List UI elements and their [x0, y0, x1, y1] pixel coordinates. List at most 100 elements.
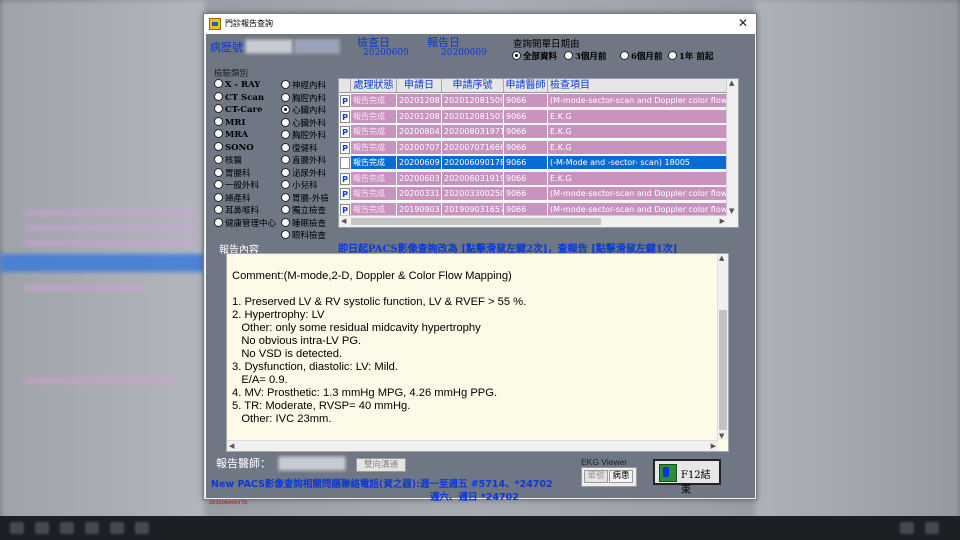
scroll-up-icon[interactable]: ▲: [729, 79, 734, 87]
close-button[interactable]: ✕: [738, 16, 748, 30]
radio-icon[interactable]: [281, 167, 290, 177]
radio-icon[interactable]: [281, 180, 290, 189]
range-option-1[interactable]: 3個月前: [564, 50, 606, 62]
table-row[interactable]: P 報告完成 20200804 202008031971 9066 E.K.G: [339, 125, 738, 139]
col-status[interactable]: 處理狀態: [351, 79, 397, 93]
exam-type-left-7[interactable]: 胃腸科: [214, 167, 251, 179]
grid-horizontal-scrollbar[interactable]: ◀ ▶: [339, 215, 727, 227]
pacs-button[interactable]: P: [340, 141, 350, 154]
two-way-button[interactable]: 雙向溝通: [356, 458, 406, 472]
taskbar-icon[interactable]: [900, 522, 914, 534]
radio-icon[interactable]: [281, 155, 290, 164]
radio-icon[interactable]: [281, 130, 290, 139]
exam-type-left-2[interactable]: CT-Care: [214, 104, 262, 115]
pacs-button[interactable]: P: [340, 188, 350, 200]
radio-icon[interactable]: [281, 142, 290, 152]
exam-type-left-11[interactable]: 健康管理中心: [214, 217, 276, 229]
taskbar-icon[interactable]: [110, 522, 124, 534]
range-option-0[interactable]: 全部資料: [512, 50, 557, 62]
radio-icon[interactable]: [214, 205, 223, 214]
radio-icon[interactable]: [281, 192, 290, 202]
exam-type-right-2[interactable]: 心臟內科: [281, 104, 326, 116]
report-horizontal-scrollbar[interactable]: ◀ ▶: [227, 440, 718, 451]
exam-type-right-7[interactable]: 泌尿外科: [281, 167, 326, 179]
radio-icon[interactable]: [564, 51, 573, 60]
radio-icon[interactable]: [281, 230, 290, 239]
ekg-patient-button[interactable]: 病患: [609, 470, 633, 483]
report-scroll-thumb[interactable]: [719, 310, 727, 430]
scroll-down-icon[interactable]: ▼: [729, 207, 734, 215]
col-date[interactable]: 申請日: [397, 79, 442, 93]
col-seq[interactable]: 申請序號: [442, 79, 504, 93]
table-row[interactable]: P 報告完成 20201208 202012081507 9066 E.K.G: [339, 109, 738, 124]
exit-button[interactable]: F12結束: [653, 459, 721, 496]
radio-icon[interactable]: [281, 105, 290, 114]
scroll-right-icon[interactable]: ▶: [711, 442, 716, 450]
radio-icon[interactable]: [214, 116, 223, 126]
radio-icon[interactable]: [214, 104, 223, 113]
pacs-button[interactable]: [340, 157, 350, 169]
exam-type-left-5[interactable]: SONO: [214, 141, 254, 153]
scroll-left-icon[interactable]: ◀: [229, 442, 234, 450]
exam-type-right-8[interactable]: 小兒科: [281, 179, 318, 191]
taskbar-icon[interactable]: [35, 522, 49, 534]
taskbar-icon[interactable]: [85, 522, 99, 534]
scroll-down-icon[interactable]: ▼: [719, 432, 724, 440]
table-row[interactable]: P 報告完成 20200331 202003300250 9066 (M-mode-sec…: [339, 187, 738, 201]
radio-icon[interactable]: [214, 141, 223, 151]
exam-type-right-3[interactable]: 心臟外科: [281, 117, 326, 129]
taskbar-icon[interactable]: [135, 522, 149, 534]
table-row[interactable]: 報告完成 20200609 202006090178 9066 (-M-Mode and…: [339, 156, 738, 170]
radio-icon[interactable]: [281, 205, 290, 214]
exam-type-right-4[interactable]: 胸腔外科: [281, 129, 326, 141]
range-option-3[interactable]: 1年 前起: [668, 50, 713, 62]
report-content[interactable]: Comment:(M-mode,2-D, Doppler & Color Flo…: [226, 253, 729, 452]
radio-icon[interactable]: [214, 192, 223, 202]
report-vertical-scrollbar[interactable]: ▲ ▼: [717, 254, 728, 440]
table-row[interactable]: P 報告完成 20200603 202006031919 9066 E.K.G: [339, 171, 738, 186]
exam-type-right-6[interactable]: 直腸外科: [281, 154, 326, 166]
exam-type-left-8[interactable]: 一般外科: [214, 179, 259, 191]
radio-icon[interactable]: [214, 129, 223, 138]
exam-type-right-5[interactable]: 復健科: [281, 142, 318, 154]
pacs-button[interactable]: P: [340, 203, 350, 216]
exam-type-left-0[interactable]: X - RAY: [214, 79, 260, 90]
taskbar-icon[interactable]: [10, 522, 24, 534]
exam-type-left-3[interactable]: MRI: [214, 116, 245, 128]
exam-type-left-6[interactable]: 核醫: [214, 154, 242, 166]
radio-icon[interactable]: [281, 117, 290, 127]
exam-type-right-9[interactable]: 胃腸-外檢: [281, 192, 329, 204]
scroll-up-icon[interactable]: ▲: [719, 254, 724, 262]
pacs-button[interactable]: P: [340, 110, 350, 123]
exam-type-left-10[interactable]: 耳鼻喉科: [214, 204, 259, 216]
radio-icon[interactable]: [214, 155, 223, 164]
radio-icon[interactable]: [214, 167, 223, 177]
exam-type-right-12[interactable]: 眼科檢查: [281, 229, 326, 241]
grid-scroll-thumb[interactable]: [351, 218, 601, 225]
taskbar-icon[interactable]: [60, 522, 74, 534]
radio-icon[interactable]: [668, 51, 677, 60]
radio-icon[interactable]: [214, 180, 223, 189]
exam-type-right-11[interactable]: 睡眠檢查: [281, 217, 326, 229]
radio-icon[interactable]: [214, 91, 223, 101]
exam-type-right-0[interactable]: 神經內科: [281, 79, 326, 91]
col-item[interactable]: 檢查項目: [548, 79, 727, 93]
table-row[interactable]: P 報告完成 20201208 202012081509 9066 (M-mode-sec…: [339, 94, 738, 108]
radio-icon[interactable]: [620, 51, 629, 60]
exam-type-left-1[interactable]: CT Scan: [214, 91, 264, 103]
radio-icon[interactable]: [281, 80, 290, 89]
scroll-left-icon[interactable]: ◀: [341, 217, 346, 225]
grid-vertical-scrollbar[interactable]: ▲ ▼: [726, 79, 738, 215]
exam-type-left-9[interactable]: 婦產科: [214, 192, 251, 204]
scroll-right-icon[interactable]: ▶: [720, 217, 725, 225]
exam-type-right-10[interactable]: 獨立檢查: [281, 204, 326, 216]
pacs-button[interactable]: P: [340, 126, 350, 138]
radio-icon[interactable]: [281, 92, 290, 102]
pacs-button[interactable]: P: [340, 172, 350, 185]
exam-type-right-1[interactable]: 胸腔內科: [281, 92, 326, 104]
chart-no-field[interactable]: [245, 39, 293, 54]
range-option-2[interactable]: 6個月前: [620, 50, 662, 62]
exam-type-left-4[interactable]: MRA: [214, 129, 248, 140]
col-doctor[interactable]: 申請醫師: [504, 79, 548, 93]
table-row[interactable]: P 報告完成 20200707 202007071666 9066 E.K.G: [339, 140, 738, 155]
